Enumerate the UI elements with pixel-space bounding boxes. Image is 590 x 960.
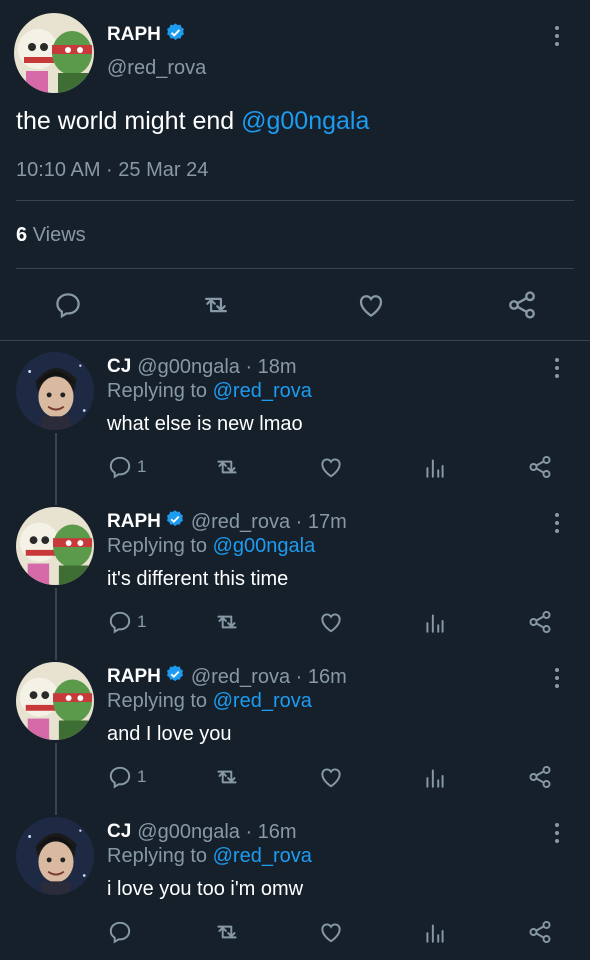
like-button[interactable]: [318, 454, 344, 480]
reply-author-name[interactable]: RAPH: [107, 511, 161, 533]
reply-text: it's different this time: [107, 568, 289, 590]
views-button[interactable]: [424, 764, 446, 790]
replying-to-link[interactable]: @red_rova: [213, 690, 312, 712]
views-button[interactable]: [424, 919, 446, 945]
share-button[interactable]: [506, 289, 538, 321]
thread-line: [55, 743, 57, 815]
like-button[interactable]: [356, 290, 386, 320]
reply-button[interactable]: 1: [107, 609, 146, 635]
tweet-timestamp[interactable]: 10:10 AM · 25 Mar 24: [16, 159, 208, 182]
more-icon[interactable]: [552, 823, 562, 849]
reply-icon: [109, 611, 131, 634]
views-icon: [426, 459, 444, 478]
like-button[interactable]: [318, 609, 344, 635]
more-icon[interactable]: [552, 26, 562, 52]
share-icon: [509, 291, 535, 319]
replying-to: Replying to @red_rova: [107, 690, 312, 712]
reply-text: i love you too i'm omw: [107, 878, 304, 900]
views-icon: [426, 614, 444, 633]
replying-to: Replying to @g00ngala: [107, 535, 316, 557]
retweet-button[interactable]: [213, 454, 241, 480]
reply-author-name[interactable]: CJ: [107, 356, 131, 378]
divider: [0, 340, 590, 341]
reply-icon: [56, 293, 80, 319]
views-stat[interactable]: 6 Views: [16, 224, 86, 247]
like-icon: [359, 295, 383, 317]
reply-handle-time[interactable]: @g00ngala · 18m: [137, 356, 296, 379]
retweet-icon: [205, 297, 227, 313]
like-icon: [321, 613, 341, 633]
reply-count: 1: [137, 612, 147, 631]
thread-line: [55, 588, 57, 660]
reply-text: what else is new lmao: [107, 413, 303, 435]
share-icon: [529, 920, 551, 944]
avatar-cj[interactable]: [16, 817, 94, 895]
reply-author-name[interactable]: RAPH: [107, 666, 161, 688]
author-handle[interactable]: @red_rova: [107, 57, 206, 80]
share-icon: [529, 455, 551, 479]
reply-icon: [109, 921, 131, 944]
reply-button[interactable]: 1: [107, 764, 146, 790]
replying-to: Replying to @red_rova: [107, 380, 312, 402]
reply-handle-time[interactable]: @g00ngala · 16m: [137, 821, 296, 844]
verified-badge-icon: [165, 509, 185, 535]
reply-button[interactable]: [107, 919, 137, 945]
like-button[interactable]: [318, 919, 344, 945]
like-icon: [321, 923, 341, 943]
avatar-raph[interactable]: [16, 662, 94, 740]
reply-author-name[interactable]: CJ: [107, 821, 131, 843]
reply-handle-time[interactable]: @red_rova · 17m: [191, 511, 347, 534]
mention-link[interactable]: @g00ngala: [241, 107, 369, 135]
more-icon[interactable]: [552, 513, 562, 539]
like-button[interactable]: [318, 764, 344, 790]
views-button[interactable]: [424, 454, 446, 480]
reply-icon: [109, 766, 131, 789]
avatar-raph[interactable]: [16, 507, 94, 585]
divider: [16, 200, 574, 201]
reply-button[interactable]: [53, 290, 83, 320]
like-icon: [321, 458, 341, 478]
share-button[interactable]: [527, 919, 553, 945]
share-icon: [529, 610, 551, 634]
replying-to-link[interactable]: @g00ngala: [213, 535, 316, 557]
retweet-icon: [217, 770, 237, 784]
share-button[interactable]: [527, 454, 553, 480]
reply-handle-time[interactable]: @red_rova · 16m: [191, 666, 347, 689]
more-icon[interactable]: [552, 358, 562, 384]
verified-badge-icon: [165, 664, 185, 690]
retweet-icon: [217, 615, 237, 629]
share-icon: [529, 765, 551, 789]
retweet-button[interactable]: [200, 290, 232, 320]
reply-count: 1: [137, 457, 147, 476]
retweet-icon: [217, 460, 237, 474]
replying-to: Replying to @red_rova: [107, 845, 312, 867]
author-name[interactable]: RAPH: [107, 24, 161, 46]
views-icon: [426, 924, 444, 943]
retweet-button[interactable]: [213, 609, 241, 635]
replying-to-link[interactable]: @red_rova: [213, 845, 312, 867]
tweet-text: the world might end @g00ngala: [16, 107, 370, 135]
views-button[interactable]: [424, 609, 446, 635]
like-icon: [321, 768, 341, 788]
verified-badge-icon: [165, 22, 186, 48]
views-icon: [426, 769, 444, 788]
retweet-button[interactable]: [213, 764, 241, 790]
reply-text: and I love you: [107, 723, 232, 745]
divider: [16, 268, 574, 269]
avatar-raph[interactable]: [14, 13, 94, 93]
reply-icon: [109, 456, 131, 479]
reply-button[interactable]: 1: [107, 454, 146, 480]
reply-count: 1: [137, 767, 147, 786]
replying-to-link[interactable]: @red_rova: [213, 380, 312, 402]
share-button[interactable]: [527, 764, 553, 790]
thread-line: [55, 433, 57, 505]
avatar-cj[interactable]: [16, 352, 94, 430]
retweet-button[interactable]: [213, 919, 241, 945]
more-icon[interactable]: [552, 668, 562, 694]
retweet-icon: [217, 925, 237, 939]
share-button[interactable]: [527, 609, 553, 635]
